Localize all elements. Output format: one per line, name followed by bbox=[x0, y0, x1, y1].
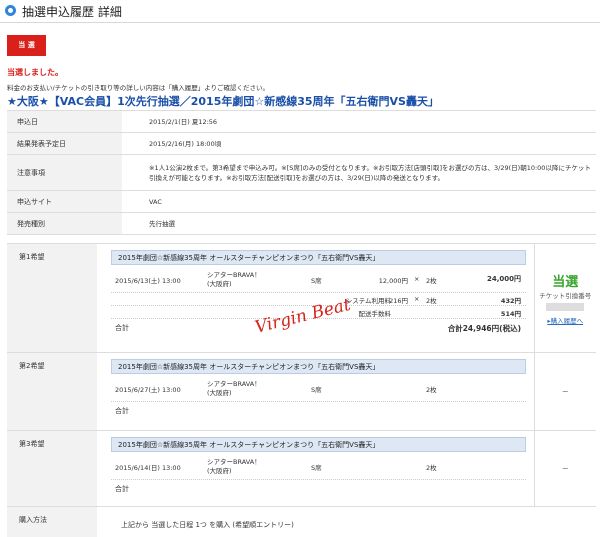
status-badge: 当 選 bbox=[7, 35, 46, 56]
ticket-qty: 2枚 bbox=[426, 386, 437, 394]
choice-body: 2015年劇団☆新感線35周年 オールスターチャンピオンまつり「五右衛門VS轟天… bbox=[97, 430, 534, 507]
times-sign: × bbox=[414, 275, 420, 283]
performance-row: 2015/6/27(土) 13:00 シアターBRAVA！(大阪府) S席 2枚 bbox=[111, 374, 526, 402]
choice-label: 第2希望 bbox=[7, 352, 97, 431]
event-title: ★大阪★【VAC会員】1次先行抽選／2015年劇団☆新感線35周年「五右衛門VS… bbox=[7, 95, 439, 108]
performance-header: 2015年劇団☆新感線35周年 オールスターチャンピオンまつり「五右衛門VS轟天… bbox=[111, 359, 526, 374]
info-label: 注意事項 bbox=[7, 154, 122, 191]
choice-result: 当選 チケット引換番号 ▸購入履歴へ bbox=[533, 243, 597, 353]
fee-unit: 216円 bbox=[389, 297, 408, 305]
won-label: 当選 bbox=[552, 275, 579, 290]
info-label: 結果発表予定日 bbox=[7, 132, 122, 155]
info-row-notes: 注意事項 ※1人1公演2枚まで。第3希望まで申込み可。※[S席]のみの受付となり… bbox=[7, 154, 596, 191]
purchase-method-value: 上記から 当選した日程 1つ を購入 (希望順エントリー) bbox=[97, 506, 596, 537]
application-info-table: 申込日 2015/2/1(日) 夏12:56 結果発表予定日 2015/2/16… bbox=[7, 110, 596, 235]
info-row-site: 申込サイト VAC bbox=[7, 190, 596, 213]
total-row: 合計 bbox=[111, 480, 526, 497]
performance-venue: シアターBRAVA！(大阪府) bbox=[207, 458, 261, 475]
notice-text: 料金のお支払い/チケットの引き取り等の詳しい内容は「購入履歴」よりご確認ください… bbox=[7, 84, 270, 92]
choice-result: － bbox=[533, 352, 596, 431]
times-sign: × bbox=[414, 295, 420, 303]
performance-header: 2015年劇団☆新感線35周年 オールスターチャンピオンまつり「五右衛門VS轟天… bbox=[111, 250, 526, 265]
fee-name: 配送手数料 bbox=[358, 310, 392, 318]
choice-body: 2015年劇団☆新感線35周年 オールスターチャンピオンまつり「五右衛門VS轟天… bbox=[97, 243, 534, 353]
page-title: 抽選申込履歴 詳細 bbox=[22, 5, 122, 19]
info-label: 発売種別 bbox=[7, 212, 122, 235]
purchase-method-row: 購入方法 上記から 当選した日程 1つ を購入 (希望順エントリー) bbox=[7, 506, 596, 537]
line-amount: 24,000円 bbox=[486, 275, 521, 283]
ticket-qty: 2枚 bbox=[426, 464, 437, 472]
result-message: 当選しました。 bbox=[7, 68, 63, 77]
total-label: 合計 bbox=[115, 485, 129, 493]
unit-price: 12,000円 bbox=[378, 277, 408, 285]
ticket-qty: 2枚 bbox=[426, 277, 437, 285]
performance-date: 2015/6/14(日) 13:00 bbox=[115, 464, 181, 472]
fee-row: 配送手数料 514円 bbox=[111, 306, 526, 319]
ticket-number-label: チケット引換番号 bbox=[539, 292, 592, 300]
page-header: 抽選申込履歴 詳細 bbox=[0, 0, 600, 23]
purchase-method-label: 購入方法 bbox=[7, 506, 97, 537]
total-label: 合計 bbox=[115, 324, 129, 332]
info-label: 申込日 bbox=[7, 110, 122, 133]
performance-date: 2015/6/13(土) 13:00 bbox=[115, 277, 181, 285]
performance-row: 2015/6/13(土) 13:00 シアターBRAVA！(大阪府) S席 12… bbox=[111, 265, 526, 293]
total-label: 合計 bbox=[115, 407, 129, 415]
info-row-date: 申込日 2015/2/1(日) 夏12:56 bbox=[7, 110, 596, 133]
info-value: 2015/2/16(月) 18:00頃 bbox=[122, 132, 596, 155]
choices-table: 第1希望 2015年劇団☆新感線35周年 オールスターチャンピオンまつり「五右衛… bbox=[7, 243, 596, 537]
performance-venue: シアターBRAVA！(大阪府) bbox=[207, 380, 261, 397]
choice-result: － bbox=[533, 430, 596, 507]
fee-amount: 432円 bbox=[500, 297, 521, 305]
choice-label: 第3希望 bbox=[7, 430, 97, 507]
fee-amount: 514円 bbox=[500, 310, 521, 318]
info-value: ※1人1公演2枚まで。第3希望まで申込み可。※[S席]のみの受付となります。※お… bbox=[122, 154, 596, 191]
info-label: 申込サイト bbox=[7, 190, 122, 213]
seat-type: S席 bbox=[311, 277, 322, 285]
choice-row-3: 第3希望 2015年劇団☆新感線35周年 オールスターチャンピオンまつり「五右衛… bbox=[7, 430, 596, 507]
fee-qty: 2枚 bbox=[426, 297, 437, 305]
choice-row-1: 第1希望 2015年劇団☆新感線35周年 オールスターチャンピオンまつり「五右衛… bbox=[7, 243, 597, 353]
performance-venue: シアターBRAVA！(大阪府) bbox=[207, 271, 261, 288]
total-row: 合計 bbox=[111, 402, 526, 419]
ticket-number-masked bbox=[546, 303, 585, 311]
info-value: VAC bbox=[122, 190, 596, 213]
choice-label: 第1希望 bbox=[7, 243, 97, 353]
seat-type: S席 bbox=[311, 386, 322, 394]
performance-row: 2015/6/14(日) 13:00 シアターBRAVA！(大阪府) S席 2枚 bbox=[111, 452, 526, 480]
performance-date: 2015/6/27(土) 13:00 bbox=[115, 386, 181, 394]
fee-row: システム利用料 216円 × 2枚 432円 bbox=[111, 293, 526, 306]
choice-body: 2015年劇団☆新感線35周年 オールスターチャンピオンまつり「五右衛門VS轟天… bbox=[97, 352, 534, 431]
info-row-type: 発売種別 先行抽選 bbox=[7, 212, 596, 235]
info-value: 2015/2/1(日) 夏12:56 bbox=[122, 110, 596, 133]
total-row: 合計 合計24,946円(税込) bbox=[111, 319, 526, 336]
choice-row-2: 第2希望 2015年劇団☆新感線35周年 オールスターチャンピオンまつり「五右衛… bbox=[7, 352, 596, 431]
purchase-history-link[interactable]: ▸購入履歴へ bbox=[535, 315, 597, 325]
info-row-announce: 結果発表予定日 2015/2/16(月) 18:00頃 bbox=[7, 132, 596, 155]
performance-header: 2015年劇団☆新感線35周年 オールスターチャンピオンまつり「五右衛門VS轟天… bbox=[111, 437, 526, 452]
seat-type: S席 bbox=[311, 464, 322, 472]
info-value: 先行抽選 bbox=[122, 212, 596, 235]
circle-bullet-icon bbox=[5, 5, 16, 16]
total-value: 合計24,946円(税込) bbox=[447, 324, 521, 333]
